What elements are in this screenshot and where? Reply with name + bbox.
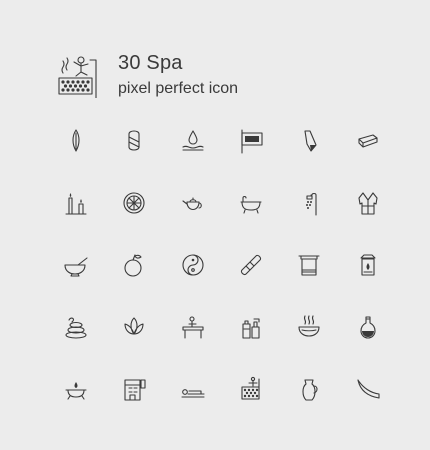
page-title: 30 Spa [118,52,183,74]
towel-rack-icon [296,252,322,278]
bowl-steam-icon [296,314,322,340]
rolled-towel-icon [121,128,147,154]
spa-sign-icon [238,128,264,154]
oil-flask-icon [355,314,381,340]
fruit-icon [121,252,147,278]
icon-grid [47,128,397,438]
lying-person-icon [180,376,206,402]
towel-stack-icon [355,128,381,154]
shower-icon [296,190,322,216]
hot-stones-icon [63,314,89,340]
page-subtitle: pixel perfect icon [118,80,239,97]
bamboo-roll-icon [238,252,264,278]
teapot-icon [180,190,206,216]
icon-row [47,128,397,190]
aroma-lamp-icon [355,252,381,278]
lotus-icon [121,314,147,340]
header: 30 Spa pixel perfect icon [54,52,394,108]
icon-row [47,314,397,376]
cosmetic-bottles-icon [238,314,264,340]
spa-building-icon [121,376,147,402]
lemon-slice-icon [121,190,147,216]
icon-row [47,376,397,438]
oil-burner-icon [63,376,89,402]
bathrobe-icon [355,190,381,216]
candles-icon [63,190,89,216]
mortar-pestle-icon [63,252,89,278]
hand-water-drop-icon [180,128,206,154]
clove-icon [63,128,89,154]
icon-row [47,252,397,314]
jug-icon [296,376,322,402]
massage-table-icon [180,314,206,340]
icon-row [47,190,397,252]
sauna-icon [54,54,100,99]
bathtub-icon [238,190,264,216]
yin-yang-icon [180,252,206,278]
folded-towel-icon [296,128,322,154]
sauna-icon [238,376,264,402]
hammock-icon [355,376,381,402]
